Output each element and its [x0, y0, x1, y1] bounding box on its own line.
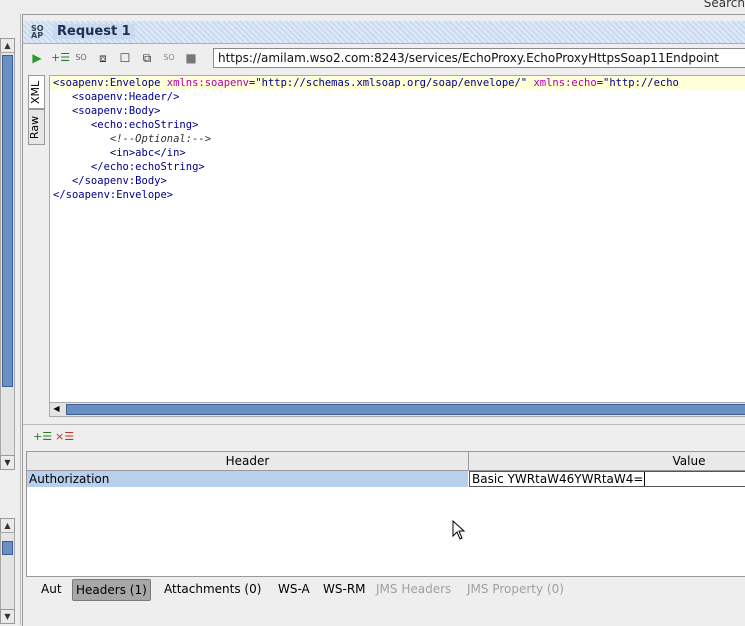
lower-scroll-thumb[interactable]: [2, 541, 13, 555]
soap-version-icon[interactable]: SO: [161, 50, 177, 66]
lower-scroll-down-button[interactable]: ▼: [0, 609, 15, 624]
soap-request-icon: SO AP: [31, 24, 44, 40]
column-header-name[interactable]: Header: [27, 452, 468, 470]
tab-attachments[interactable]: Attachments (0): [161, 579, 264, 599]
add-assertion-icon[interactable]: +☰: [51, 50, 70, 66]
editor-scroll-thumb[interactable]: [66, 404, 745, 415]
navigator-scroll-thumb[interactable]: [2, 55, 13, 387]
header-name-cell[interactable]: Authorization: [27, 471, 468, 487]
remove-header-icon[interactable]: ×☰: [55, 430, 74, 444]
tab-jms-property: JMS Property (0): [467, 582, 564, 596]
tab-ws-a[interactable]: WS-A: [275, 579, 313, 599]
code-line: <in>abc</in>: [53, 147, 186, 159]
scroll-up-button[interactable]: ▲: [0, 38, 15, 53]
header-value-input[interactable]: Basic YWRtaW46YWRtaW4=: [469, 471, 745, 487]
tab-jms-headers: JMS Headers: [376, 582, 452, 596]
headers-table-header: Header Value: [27, 452, 745, 471]
headers-table: Header Value Authorization Basic YWRtaW4…: [26, 451, 745, 577]
code-line: </soapenv:Body>: [53, 175, 167, 187]
editor-view-tabs: XML Raw: [26, 75, 45, 155]
navigator-scrollbar[interactable]: [0, 52, 15, 456]
request-bottom-tabs: Aut Headers (1) Attachments (0) WS-A WS-…: [26, 577, 745, 603]
lower-scroll-up-button[interactable]: ▲: [0, 518, 15, 533]
headers-toolbar: +☰ ×☰: [23, 424, 745, 449]
wsdl-icon[interactable]: ⧈: [95, 50, 111, 66]
tab-headers[interactable]: Headers (1): [72, 579, 151, 601]
top-strip: Search: [0, 0, 745, 14]
code-line: <echo:echoString>: [53, 119, 199, 131]
editor-horizontal-scrollbar[interactable]: ◀: [49, 402, 745, 417]
lower-scrollbar[interactable]: [0, 532, 15, 610]
column-header-value[interactable]: Value: [469, 452, 745, 470]
stop-icon[interactable]: ■: [183, 50, 199, 66]
code-line: </echo:echoString>: [53, 161, 205, 173]
tab-xml[interactable]: XML: [28, 75, 45, 109]
add-header-icon[interactable]: +☰: [33, 430, 52, 444]
tab-ws-rm[interactable]: WS-RM: [320, 579, 369, 599]
code-line-envelope: <soapenv:Envelope xmlns:soapenv="http://…: [53, 77, 679, 89]
request-title: Request 1: [53, 24, 135, 39]
create-soap-icon[interactable]: SO: [73, 50, 89, 66]
split-view-icon[interactable]: ⧉: [139, 50, 155, 66]
scroll-left-button[interactable]: ◀: [50, 403, 63, 414]
endpoint-url-input[interactable]: https://amilam.wso2.com:8243/services/Ec…: [213, 48, 745, 68]
code-line: <soapenv:Body>: [53, 105, 161, 117]
code-line: <soapenv:Header/>: [53, 91, 180, 103]
mouse-cursor-icon: [452, 520, 466, 540]
tab-raw[interactable]: Raw: [28, 109, 45, 145]
tab-auth[interactable]: Aut: [38, 579, 65, 599]
request-toolbar: ▶ +☰ SO ⧈ ☐ ⧉ SO ■ https://amilam.wso2.c…: [23, 47, 745, 71]
scroll-down-button[interactable]: ▼: [0, 455, 15, 470]
code-line-comment: <!--Optional:-->: [53, 133, 212, 145]
maximize-icon[interactable]: ☐: [117, 50, 133, 66]
run-icon[interactable]: ▶: [29, 50, 45, 66]
request-editor-area: XML Raw <soapenv:Envelope xmlns:soapenv=…: [26, 75, 745, 418]
request-window: SO AP Request 1 ▶ +☰ SO ⧈ ☐ ⧉ SO ■ https:…: [22, 14, 745, 626]
xml-editor[interactable]: <soapenv:Envelope xmlns:soapenv="http://…: [49, 75, 745, 407]
code-line: </soapenv:Envelope>: [53, 189, 174, 201]
text-caret: [644, 472, 646, 486]
search-label[interactable]: Search: [704, 0, 745, 10]
left-gutter: ▲ ▼ ▲ ▼: [0, 14, 21, 625]
title-bar[interactable]: SO AP Request 1: [23, 21, 745, 44]
